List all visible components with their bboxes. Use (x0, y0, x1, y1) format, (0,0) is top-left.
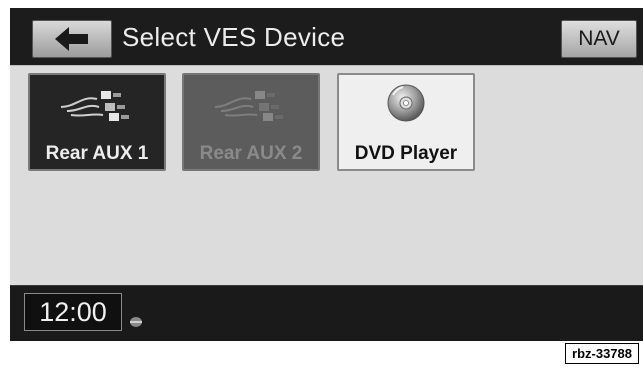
figure-caption: rbz-33788 (565, 343, 639, 364)
clock-display[interactable]: 12:00 (24, 293, 122, 331)
device-label: Rear AUX 1 (45, 143, 149, 164)
aux-cables-icon (214, 91, 283, 121)
device-rear-aux-2-button[interactable]: Rear AUX 2 (182, 73, 320, 171)
page-title: Select VES Device (122, 22, 346, 52)
device-list: Rear AUX 1 Rear AUX 2 DVD Player (10, 65, 643, 286)
head-unit-screen: Select VES Device NAV Rear AUX 1 Rear AU… (10, 8, 643, 341)
header-bar: Select VES Device NAV (10, 8, 643, 65)
nav-button[interactable]: NAV (561, 20, 637, 58)
aux-cables-icon (60, 91, 129, 121)
satellite-icon (130, 317, 142, 327)
back-button[interactable] (32, 20, 112, 58)
disc-icon (387, 84, 425, 122)
device-dvd-player-button[interactable]: DVD Player (337, 73, 475, 171)
device-label: Rear AUX 2 (199, 143, 303, 164)
status-bar: 12:00 (10, 285, 643, 341)
device-rear-aux-1-button[interactable]: Rear AUX 1 (28, 73, 166, 171)
device-label: DVD Player (354, 143, 458, 164)
arrow-left-icon (55, 27, 88, 51)
